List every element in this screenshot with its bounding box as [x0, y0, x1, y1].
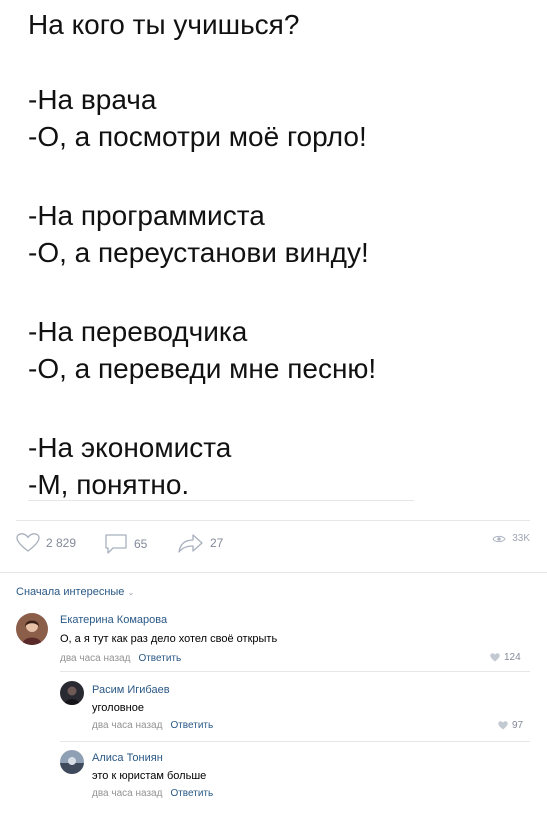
- comment-like-count: 97: [512, 720, 524, 731]
- post-line: -О, а переустанови винду!: [28, 237, 369, 268]
- like-button[interactable]: 2 829: [16, 533, 76, 553]
- actions-top-divider: [16, 520, 530, 521]
- avatar[interactable]: [16, 613, 48, 645]
- heart-icon: [498, 721, 508, 730]
- views-counter: 33K: [492, 533, 530, 544]
- actions-bottom-divider: [0, 572, 547, 573]
- comment-like-button[interactable]: 124: [490, 652, 521, 663]
- sort-dropdown[interactable]: Сначала интересные ⌄: [16, 586, 134, 598]
- post-line: -На врача: [28, 84, 157, 115]
- post-line: -М, понятно.: [28, 469, 190, 500]
- share-icon: [178, 534, 203, 553]
- comment-button[interactable]: 65: [104, 533, 147, 555]
- sort-label: Сначала интересные: [16, 586, 125, 598]
- chevron-down-icon: ⌄: [127, 588, 135, 597]
- comment-divider: [60, 671, 530, 672]
- heart-icon: [16, 533, 40, 552]
- post-line: -На экономиста: [28, 432, 232, 463]
- share-button[interactable]: 27: [178, 533, 223, 553]
- comment-author[interactable]: Екатерина Комарова: [60, 614, 167, 626]
- avatar[interactable]: [60, 681, 84, 705]
- like-count: 2 829: [46, 536, 77, 550]
- comment-time: два часа назад: [60, 653, 131, 664]
- comment-icon: [105, 534, 127, 554]
- reply-button[interactable]: Ответить: [138, 653, 181, 664]
- eye-icon: [492, 535, 506, 542]
- avatar[interactable]: [60, 750, 84, 774]
- heart-icon: [490, 653, 500, 662]
- comment-divider: [60, 741, 530, 742]
- post-line: -На переводчика: [28, 316, 248, 347]
- comment-text: О, а я тут как раз дело хотел своё откры…: [60, 633, 278, 645]
- comment-meta: два часа назад Ответить: [60, 653, 181, 664]
- comment-author[interactable]: Расим Игибаев: [92, 684, 170, 696]
- comment-meta: два часа назад Ответить: [92, 720, 213, 731]
- comment-text: это к юристам больше: [92, 770, 207, 782]
- post-actions: 2 829 65 27 33K: [16, 533, 530, 557]
- share-count: 27: [210, 536, 224, 550]
- text-underline: [28, 500, 414, 501]
- post-line: На кого ты учишься?: [28, 9, 300, 40]
- post-text: На кого ты учишься? -На врача -О, а посм…: [28, 6, 508, 503]
- reply-button[interactable]: Ответить: [170, 720, 213, 731]
- comment-time: два часа назад: [92, 720, 163, 731]
- comment-count: 65: [134, 537, 148, 551]
- post-line: -О, а переведи мне песню!: [28, 353, 377, 384]
- comment-like-button[interactable]: 97: [498, 720, 523, 731]
- comment-meta: два часа назад Ответить: [92, 788, 213, 799]
- post-line: -О, а посмотри моё горло!: [28, 121, 367, 152]
- views-count: 33K: [512, 533, 530, 544]
- post-line: -На программиста: [28, 200, 265, 231]
- comment-text: уголовное: [92, 702, 144, 714]
- comment-like-count: 124: [504, 652, 521, 663]
- comment-author[interactable]: Алиса Тониян: [92, 752, 163, 764]
- comment-time: два часа назад: [92, 788, 163, 799]
- reply-button[interactable]: Ответить: [170, 788, 213, 799]
